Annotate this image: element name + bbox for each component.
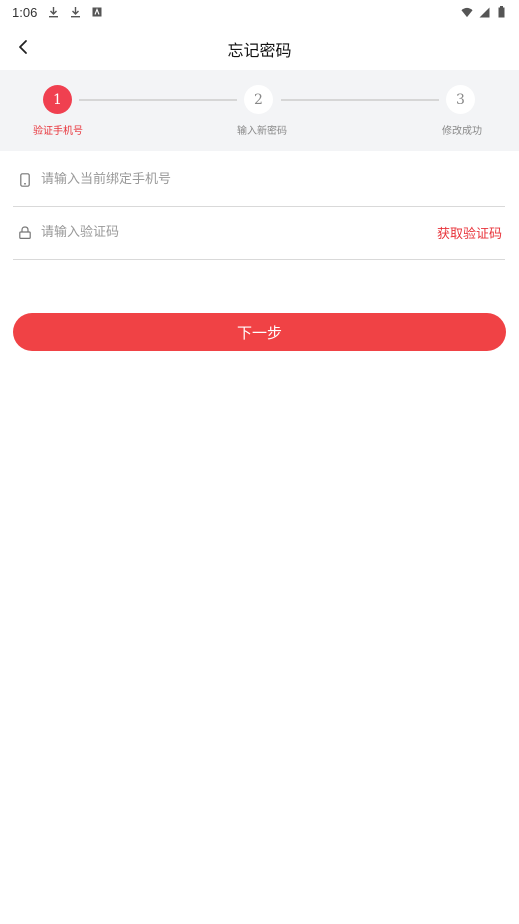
step-3-number: 3 [456,91,465,108]
page-title: 忘记密码 [227,41,292,60]
code-row: 获取验证码 [13,206,505,260]
next-button[interactable]: 下一步 [13,313,506,351]
stepper: 1 2 3 验证手机号 输入新密码 修改成功 [0,70,519,151]
signal-icon [478,6,490,18]
lock-icon [17,225,33,241]
step-1-number: 1 [53,91,62,108]
step-connector [281,99,439,101]
code-input[interactable] [41,225,437,240]
app-notification-icon [91,6,103,18]
step-2-number: 2 [254,91,263,108]
download-icon [47,6,59,18]
download-icon [69,6,81,18]
status-left: 1:06 [12,5,103,20]
status-time: 1:06 [12,4,38,20]
phone-input[interactable] [41,172,505,187]
step-1-label: 验证手机号 [33,126,83,137]
header: 忘记密码 [0,28,519,70]
phone-icon [17,172,33,188]
back-button[interactable] [10,36,36,62]
get-code-button[interactable]: 获取验证码 [437,223,502,242]
phone-row [13,153,505,207]
status-bar: 1:06 [0,0,519,24]
step-connector [79,99,237,101]
battery-icon [495,6,507,18]
wifi-icon [461,6,473,18]
step-1-circle: 1 [43,85,72,114]
step-2-circle: 2 [244,85,273,114]
step-3-circle: 3 [446,85,475,114]
step-3-label: 修改成功 [442,126,482,137]
status-right [461,6,507,18]
step-2-label: 输入新密码 [237,126,287,137]
chevron-left-icon [17,39,29,59]
